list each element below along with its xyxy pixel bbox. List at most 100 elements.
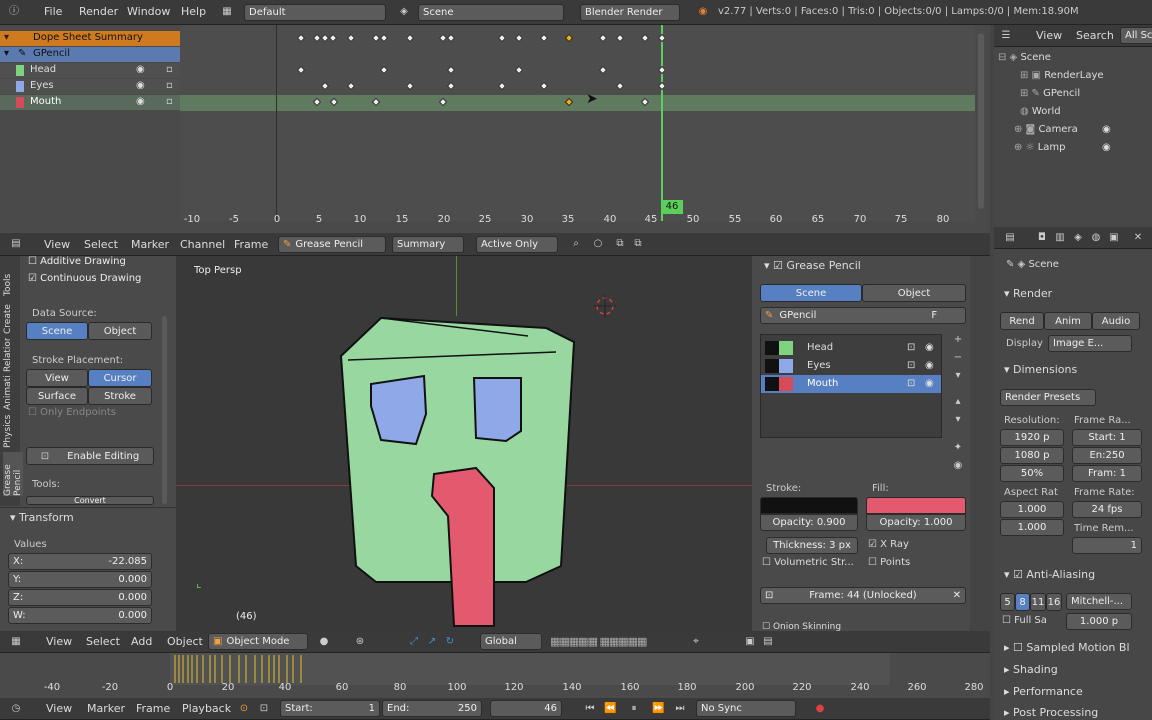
paste-icon[interactable]: ⧉ (632, 238, 644, 250)
keyframe[interactable] (598, 33, 608, 43)
menu-frame[interactable]: Frame (234, 233, 268, 256)
sampled-motion-blur-header[interactable]: ▸ ☐ Sampled Motion Bl (1004, 641, 1150, 655)
tab-create[interactable]: Create (3, 300, 13, 334)
keyframe[interactable] (657, 33, 667, 43)
render-preview-icon[interactable]: ▣ (744, 636, 756, 648)
keyframe[interactable] (346, 81, 356, 91)
anti-aliasing-panel-header[interactable]: ▾ ☑ Anti-Aliasing (1004, 568, 1144, 582)
start-frame-field[interactable]: Start: 1 (280, 700, 380, 717)
menu-select[interactable]: Select (86, 631, 120, 653)
outliner-display-select[interactable]: All Sc (1120, 27, 1152, 44)
only-endpoints-checkbox[interactable]: ☐ Only Endpoints (28, 407, 168, 421)
keying-icon[interactable]: ⊙ (238, 703, 250, 715)
keyframe[interactable] (328, 33, 338, 43)
editor-type-icon[interactable]: ▦ (10, 636, 22, 648)
editor-type-icon[interactable]: ◷ (10, 703, 22, 715)
menu-render[interactable]: Render (79, 0, 118, 24)
frame-step-field[interactable]: Fram: 1 (1072, 465, 1142, 482)
resolution-percentage-slider[interactable]: 50% (1000, 465, 1064, 482)
render-presets-select[interactable]: Render Presets (1000, 389, 1096, 406)
enable-editing-button[interactable]: ⊡ Enable Editing (26, 447, 154, 465)
layer-row-mouth[interactable]: Mouth ⊡ ◉ (761, 375, 941, 393)
dimensions-panel-header[interactable]: ▾ Dimensions (1004, 363, 1144, 377)
keyframe[interactable] (346, 33, 356, 43)
end-frame-field[interactable]: End: 250 (382, 700, 482, 717)
tool-shelf-scrollbar[interactable] (162, 316, 167, 504)
remove-frame-icon[interactable]: ✕ (953, 590, 961, 601)
keyframe-area[interactable]: ➤ 46 (180, 25, 975, 221)
layer-specials-icon[interactable]: ▾ (952, 370, 964, 382)
keyframe[interactable] (379, 33, 389, 43)
aa-samples-16[interactable]: 16 (1046, 593, 1062, 611)
keyframe[interactable] (446, 81, 456, 91)
gp-layer-list[interactable]: Head ⊡ ◉ Eyes ⊡ ◉ Mouth ⊡ ◉ (760, 334, 942, 438)
value-w-field[interactable]: W: 0.000 (8, 607, 152, 624)
keyframe[interactable] (405, 81, 415, 91)
layer-lock-icon[interactable]: ⊡ (907, 378, 915, 389)
world-tab-icon[interactable]: ◍ (1090, 232, 1102, 244)
move-down-icon[interactable]: ▾ (952, 414, 964, 426)
prev-key-icon[interactable]: ⏪ (604, 703, 616, 715)
isolate-visibility-icon[interactable]: ◉ (952, 460, 964, 472)
current-frame-field[interactable]: 46 (490, 700, 562, 717)
menu-select[interactable]: Select (84, 233, 118, 256)
frame-start-field[interactable]: Start: 1 (1072, 429, 1142, 446)
menu-frame[interactable]: Frame (136, 698, 170, 720)
menu-channel[interactable]: Channel (180, 233, 225, 256)
outliner-item-lamp[interactable]: ⊕ ☼ Lamp ◉ (1014, 142, 1148, 158)
keyframe[interactable] (615, 81, 625, 91)
eyes-visibility-icon[interactable]: ◉ (136, 80, 145, 91)
keyframe[interactable] (497, 81, 507, 91)
scene-field[interactable]: Scene (418, 4, 564, 21)
outliner-item-camera[interactable]: ⊕ ◙ Camera ◉ (1014, 124, 1148, 140)
copy-icon[interactable]: ⧉ (614, 238, 626, 250)
jump-start-icon[interactable]: ⏮ (584, 703, 596, 715)
timeline-editor[interactable]: -40 -20 0 20 40 60 80 100 120 140 160 18… (0, 653, 990, 698)
aa-samples-5[interactable]: 5 (1000, 593, 1015, 611)
isolate-icon[interactable]: ✦ (952, 442, 964, 454)
menu-object[interactable]: Object (167, 631, 203, 653)
transform-orientation-select[interactable]: Global (480, 633, 542, 650)
shading-solid-icon[interactable]: ● (318, 636, 330, 648)
resolution-y-field[interactable]: 1080 p (1000, 447, 1064, 464)
render-image-button[interactable]: Rend (1000, 312, 1044, 330)
keyframe[interactable] (296, 65, 306, 75)
outliner-menu-view[interactable]: View (1036, 25, 1062, 47)
translate-icon[interactable]: ↗ (426, 636, 438, 648)
value-x-field[interactable]: X: -22.085 (8, 553, 152, 570)
manipulator-icon[interactable]: ⤢ (408, 636, 420, 648)
dopesheet-scrollbar[interactable] (978, 33, 984, 209)
screen-layout-field[interactable]: Default (244, 4, 386, 21)
layer-visibility-icon[interactable]: ◉ (925, 360, 934, 371)
placement-stroke-button[interactable]: Stroke (88, 387, 152, 405)
outliner-item-scene[interactable]: ⊟ ◈ Scene (998, 52, 1148, 68)
continuous-drawing-checkbox[interactable]: ☑ Continuous Drawing (28, 273, 168, 287)
gp-scene-button[interactable]: Scene (760, 284, 862, 302)
menu-playback[interactable]: Playback (182, 698, 231, 720)
layer-lock-icon[interactable]: ⊡ (907, 360, 915, 371)
fps-select[interactable]: 24 fps (1072, 501, 1142, 518)
layer-row-eyes[interactable]: Eyes ⊡ ◉ (761, 357, 941, 375)
screen-layout-icon[interactable]: ▦ (221, 6, 233, 18)
tab-relations[interactable]: Relations (3, 338, 13, 372)
aa-filter-select[interactable]: Mitchell-... (1066, 593, 1132, 610)
interaction-mode-select[interactable]: ▣ Object Mode (208, 633, 308, 650)
transform-panel-header[interactable]: ▾ Transform (10, 511, 160, 525)
info-editor-icon[interactable]: ⓘ (8, 6, 20, 18)
keyframe[interactable] (497, 33, 507, 43)
aspect-x-field[interactable]: 1.000 (1000, 501, 1064, 518)
render-tab-icon[interactable]: ◘ (1036, 232, 1048, 244)
keyframe[interactable] (446, 65, 456, 75)
aa-samples-8[interactable]: 8 (1015, 593, 1030, 611)
convert-button[interactable]: Convert (26, 496, 154, 505)
render-anim-icon[interactable]: ▤ (762, 636, 774, 648)
mouth-lock-icon[interactable]: ▫ (166, 96, 173, 107)
channel-eyes[interactable]: Eyes ◉ ▫ (0, 79, 180, 94)
zoom-icon[interactable]: ⌕ (570, 238, 582, 250)
time-remap-field[interactable]: 1 (1072, 537, 1142, 554)
editor-type-icon[interactable]: ▤ (10, 238, 22, 250)
display-select[interactable]: Image E... (1048, 335, 1132, 352)
value-z-field[interactable]: Z: 0.000 (8, 589, 152, 606)
menu-marker[interactable]: Marker (131, 233, 169, 256)
layer-row-head[interactable]: Head ⊡ ◉ (761, 339, 941, 357)
